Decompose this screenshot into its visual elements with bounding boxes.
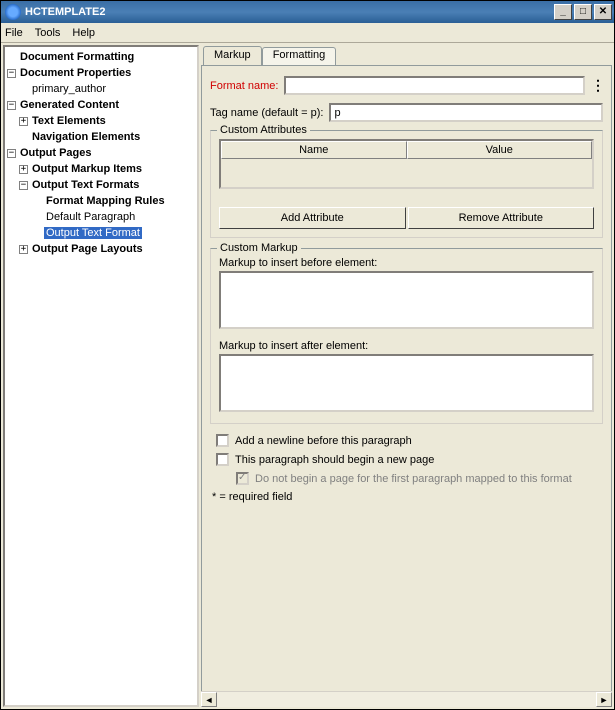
expand-icon[interactable]: + [19, 165, 28, 174]
menu-help[interactable]: Help [72, 27, 95, 39]
tree-output-text-format[interactable]: Output Text Format [44, 227, 142, 239]
window-controls: _ □ ✕ [554, 4, 612, 20]
tree-pane[interactable]: Document Formatting −Document Properties… [3, 45, 199, 707]
tree-doc-formatting[interactable]: Document Formatting [18, 51, 136, 63]
tree-format-mapping-rules[interactable]: Format Mapping Rules [44, 195, 167, 207]
tag-name-input[interactable] [329, 103, 603, 122]
title-bar: HCTEMPLATE2 _ □ ✕ [1, 1, 614, 23]
scroll-track[interactable] [217, 692, 596, 707]
tree-generated-content[interactable]: Generated Content [18, 99, 121, 111]
menu-bar: File Tools Help [1, 23, 614, 43]
tab-content: Format name: ⋮ Tag name (default = p): C… [201, 65, 612, 707]
notfirst-checkbox [236, 472, 249, 485]
collapse-icon[interactable]: − [7, 69, 16, 78]
tree-default-paragraph[interactable]: Default Paragraph [44, 211, 137, 223]
window-title: HCTEMPLATE2 [25, 6, 554, 18]
format-name-label: Format name: [210, 80, 278, 92]
more-icon[interactable]: ⋮ [591, 77, 603, 94]
column-value[interactable]: Value [407, 141, 593, 159]
attributes-table[interactable]: Name Value [219, 139, 594, 189]
menu-file[interactable]: File [5, 27, 23, 39]
tree-output-markup-items[interactable]: Output Markup Items [30, 163, 144, 175]
collapse-icon[interactable]: − [7, 149, 16, 158]
expand-icon[interactable]: + [19, 117, 28, 126]
tag-name-label: Tag name (default = p): [210, 107, 323, 119]
tree-primary-author[interactable]: primary_author [30, 83, 108, 95]
markup-before-input[interactable] [219, 271, 594, 329]
collapse-icon[interactable]: − [19, 181, 28, 190]
collapse-icon[interactable]: − [7, 101, 16, 110]
right-pane: Markup Formatting Format name: ⋮ Tag nam… [201, 45, 612, 707]
menu-tools[interactable]: Tools [35, 27, 61, 39]
app-icon [5, 4, 21, 20]
markup-after-label: Markup to insert after element: [219, 340, 594, 352]
horizontal-scrollbar[interactable]: ◄ ► [201, 691, 612, 707]
tree-output-pages[interactable]: Output Pages [18, 147, 94, 159]
remove-attribute-button[interactable]: Remove Attribute [408, 207, 595, 229]
custom-markup-legend: Custom Markup [217, 242, 301, 254]
newpage-checkbox[interactable] [216, 453, 229, 466]
custom-attributes-group: Custom Attributes Name Value Add Attribu… [210, 130, 603, 238]
column-name[interactable]: Name [221, 141, 407, 159]
expand-icon[interactable]: + [19, 245, 28, 254]
tree-nav-elements[interactable]: Navigation Elements [30, 131, 142, 143]
newline-checkbox[interactable] [216, 434, 229, 447]
scroll-left-icon[interactable]: ◄ [201, 692, 217, 707]
scroll-right-icon[interactable]: ► [596, 692, 612, 707]
newpage-label: This paragraph should begin a new page [235, 454, 434, 466]
tab-markup[interactable]: Markup [203, 46, 262, 66]
tree-output-text-formats[interactable]: Output Text Formats [30, 179, 141, 191]
tree-text-elements[interactable]: Text Elements [30, 115, 108, 127]
newline-label: Add a newline before this paragraph [235, 435, 412, 447]
add-attribute-button[interactable]: Add Attribute [219, 207, 406, 229]
custom-attributes-legend: Custom Attributes [217, 124, 310, 136]
tab-strip: Markup Formatting [201, 45, 612, 65]
required-footnote: * = required field [212, 491, 603, 503]
tree-doc-properties[interactable]: Document Properties [18, 67, 133, 79]
markup-before-label: Markup to insert before element: [219, 257, 594, 269]
minimize-button[interactable]: _ [554, 4, 572, 20]
tree-output-page-layouts[interactable]: Output Page Layouts [30, 243, 145, 255]
markup-after-input[interactable] [219, 354, 594, 412]
maximize-button[interactable]: □ [574, 4, 592, 20]
format-name-input[interactable] [284, 76, 585, 95]
notfirst-label: Do not begin a page for the first paragr… [255, 473, 572, 485]
close-button[interactable]: ✕ [594, 4, 612, 20]
tab-formatting[interactable]: Formatting [262, 47, 337, 67]
custom-markup-group: Custom Markup Markup to insert before el… [210, 248, 603, 424]
